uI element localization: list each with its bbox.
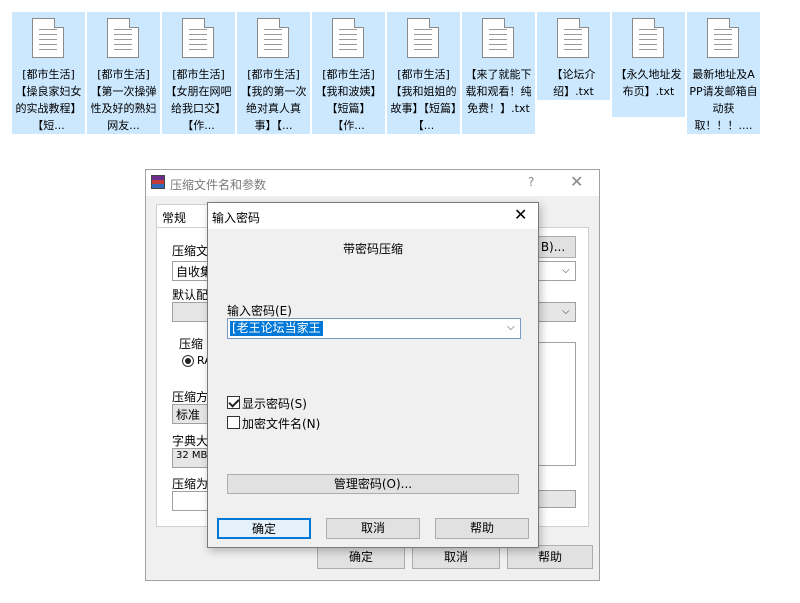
file-item[interactable]: [都市生活]【女朋在网吧给我口交】【作... <box>162 12 235 134</box>
winrar-icon <box>151 175 165 189</box>
format-label: 压缩 <box>179 337 204 351</box>
file-item[interactable]: [都市生活]【我的第一次绝对真人真事】【... <box>237 12 310 134</box>
text-file-icon <box>257 18 289 58</box>
text-file-icon <box>707 18 739 58</box>
file-item[interactable]: 【永久地址发布页】.txt <box>612 12 685 117</box>
show-password-label: 显示密码(S) <box>242 397 307 411</box>
file-list: [都市生活]【操良家妇女的实战教程】【短... [都市生活]【第一次操弹性及好的… <box>12 12 788 136</box>
options-list <box>538 342 576 466</box>
dialog-title-bar: 压缩文件名和参数 ? ✕ <box>146 170 599 196</box>
text-file-icon <box>407 18 439 58</box>
format-rar-radio[interactable] <box>182 355 194 367</box>
method-value: 标准 <box>176 408 201 422</box>
tab-general[interactable]: 常规 <box>156 204 208 228</box>
dialog-title: 压缩文件名和参数 <box>170 178 267 192</box>
ok-button[interactable]: 确定 <box>317 545 405 569</box>
ok-button[interactable]: 确定 <box>217 518 311 539</box>
close-icon[interactable]: ✕ <box>570 172 583 191</box>
text-file-icon <box>107 18 139 58</box>
file-name: [都市生活]【女朋在网吧给我口交】【作... <box>165 68 232 132</box>
text-file-icon <box>332 18 364 58</box>
profile-label: 默认配 <box>172 288 208 302</box>
dialog-title-bar: 输入密码 ✕ <box>208 203 538 229</box>
file-item[interactable]: [都市生活]【第一次操弹性及好的熟妇网友... <box>87 12 160 134</box>
file-item[interactable]: [都市生活]【我和姐姐的故事】【短篇】【... <box>387 12 460 134</box>
help-icon[interactable]: ? <box>528 175 534 189</box>
file-name: [都市生活]【我和波姨】【短篇】【作... <box>315 68 382 132</box>
file-item[interactable]: 【论坛介绍】.txt <box>537 12 610 100</box>
archive-name-label: 压缩文 <box>172 244 208 258</box>
file-name: 最新地址及APP请发邮箱自动获取！！！.... <box>689 68 758 132</box>
method-label: 压缩方 <box>172 390 208 404</box>
password-value: [老王论坛当家王 <box>230 321 323 336</box>
split-input[interactable] <box>172 491 208 511</box>
text-file-icon <box>182 18 214 58</box>
text-file-icon <box>557 18 589 58</box>
help-button[interactable]: 帮助 <box>507 545 593 569</box>
dialog-title: 输入密码 <box>212 211 261 225</box>
file-name: [都市生活]【第一次操弹性及好的熟妇网友... <box>90 68 157 132</box>
file-name: [都市生活]【我和姐姐的故事】【短篇】【... <box>390 68 457 132</box>
text-file-icon <box>32 18 64 58</box>
file-item[interactable]: 【来了就能下载和观看！纯免费！】.txt <box>462 12 535 134</box>
help-button[interactable]: 帮助 <box>435 518 529 539</box>
method-select[interactable]: 标准 <box>172 404 208 424</box>
password-label: 输入密码(E) <box>227 304 292 318</box>
text-file-icon <box>632 18 664 58</box>
chevron-down-icon[interactable]: ⌵ <box>562 306 570 317</box>
file-item[interactable]: 最新地址及APP请发邮箱自动获取！！！.... <box>687 12 760 134</box>
chevron-down-icon[interactable]: ⌵ <box>507 322 515 333</box>
close-icon[interactable]: ✕ <box>514 205 527 224</box>
show-password-checkbox[interactable] <box>227 396 240 409</box>
manage-passwords-button[interactable]: 管理密码(O)... <box>227 474 519 494</box>
dialog-subtitle: 带密码压缩 <box>342 242 403 256</box>
file-name: 【论坛介绍】.txt <box>551 68 596 98</box>
dictionary-select[interactable]: 32 MB <box>172 448 208 468</box>
cancel-button[interactable]: 取消 <box>412 545 500 569</box>
encrypt-filenames-label: 加密文件名(N) <box>242 417 321 431</box>
file-name: [都市生活]【操良家妇女的实战教程】【短... <box>15 68 82 132</box>
text-file-icon <box>482 18 514 58</box>
file-item[interactable]: [都市生活]【我和波姨】【短篇】【作... <box>312 12 385 134</box>
chevron-down-icon[interactable]: ⌵ <box>562 265 570 276</box>
file-name: 【永久地址发布页】.txt <box>615 68 682 98</box>
file-name: 【来了就能下载和观看！纯免费！】.txt <box>465 68 532 115</box>
file-name: [都市生活]【我的第一次绝对真人真事】【... <box>240 68 307 132</box>
password-input[interactable]: [老王论坛当家王 ⌵ <box>227 318 521 339</box>
encrypt-filenames-checkbox[interactable] <box>227 416 240 429</box>
enter-password-dialog: 输入密码 ✕ 带密码压缩 输入密码(E) [老王论坛当家王 ⌵ 显示密码(S) … <box>207 202 539 548</box>
file-item[interactable]: [都市生活]【操良家妇女的实战教程】【短... <box>12 12 85 134</box>
dictionary-value: 32 MB <box>176 450 208 461</box>
cancel-button[interactable]: 取消 <box>326 518 420 539</box>
split-label: 压缩为 <box>172 477 208 491</box>
dictionary-label: 字典大 <box>172 434 208 448</box>
set-password-button[interactable] <box>538 490 576 508</box>
